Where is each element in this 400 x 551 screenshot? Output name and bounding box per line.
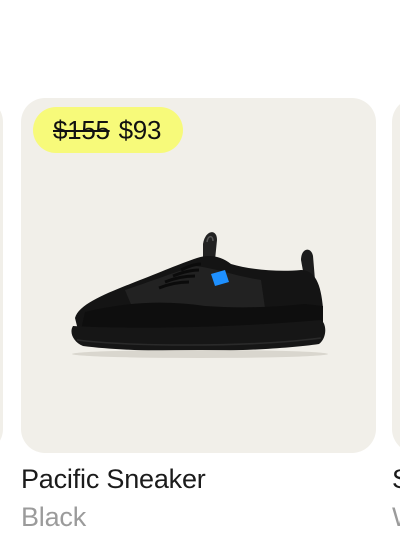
product-color-next: W [392,502,400,533]
product-image[interactable]: $155 $93 [21,98,376,453]
product-card-previous[interactable] [0,98,3,453]
sale-price: $93 [118,114,162,145]
product-carousel: $155 $93 Pacific Sneaker Black [0,0,400,551]
product-card-next[interactable]: S W [392,98,400,532]
price-badge: $155 $93 [33,107,184,153]
product-image-previous[interactable] [0,98,3,453]
black-sneaker-image [71,232,328,358]
product-image-next[interactable] [392,98,400,453]
product-name-next[interactable]: S [392,464,400,495]
product-card[interactable]: $155 $93 Pacific Sneaker Black [21,98,376,532]
original-price: $155 [53,114,110,145]
product-color: Black [21,502,87,532]
product-name[interactable]: Pacific Sneaker [21,464,206,495]
